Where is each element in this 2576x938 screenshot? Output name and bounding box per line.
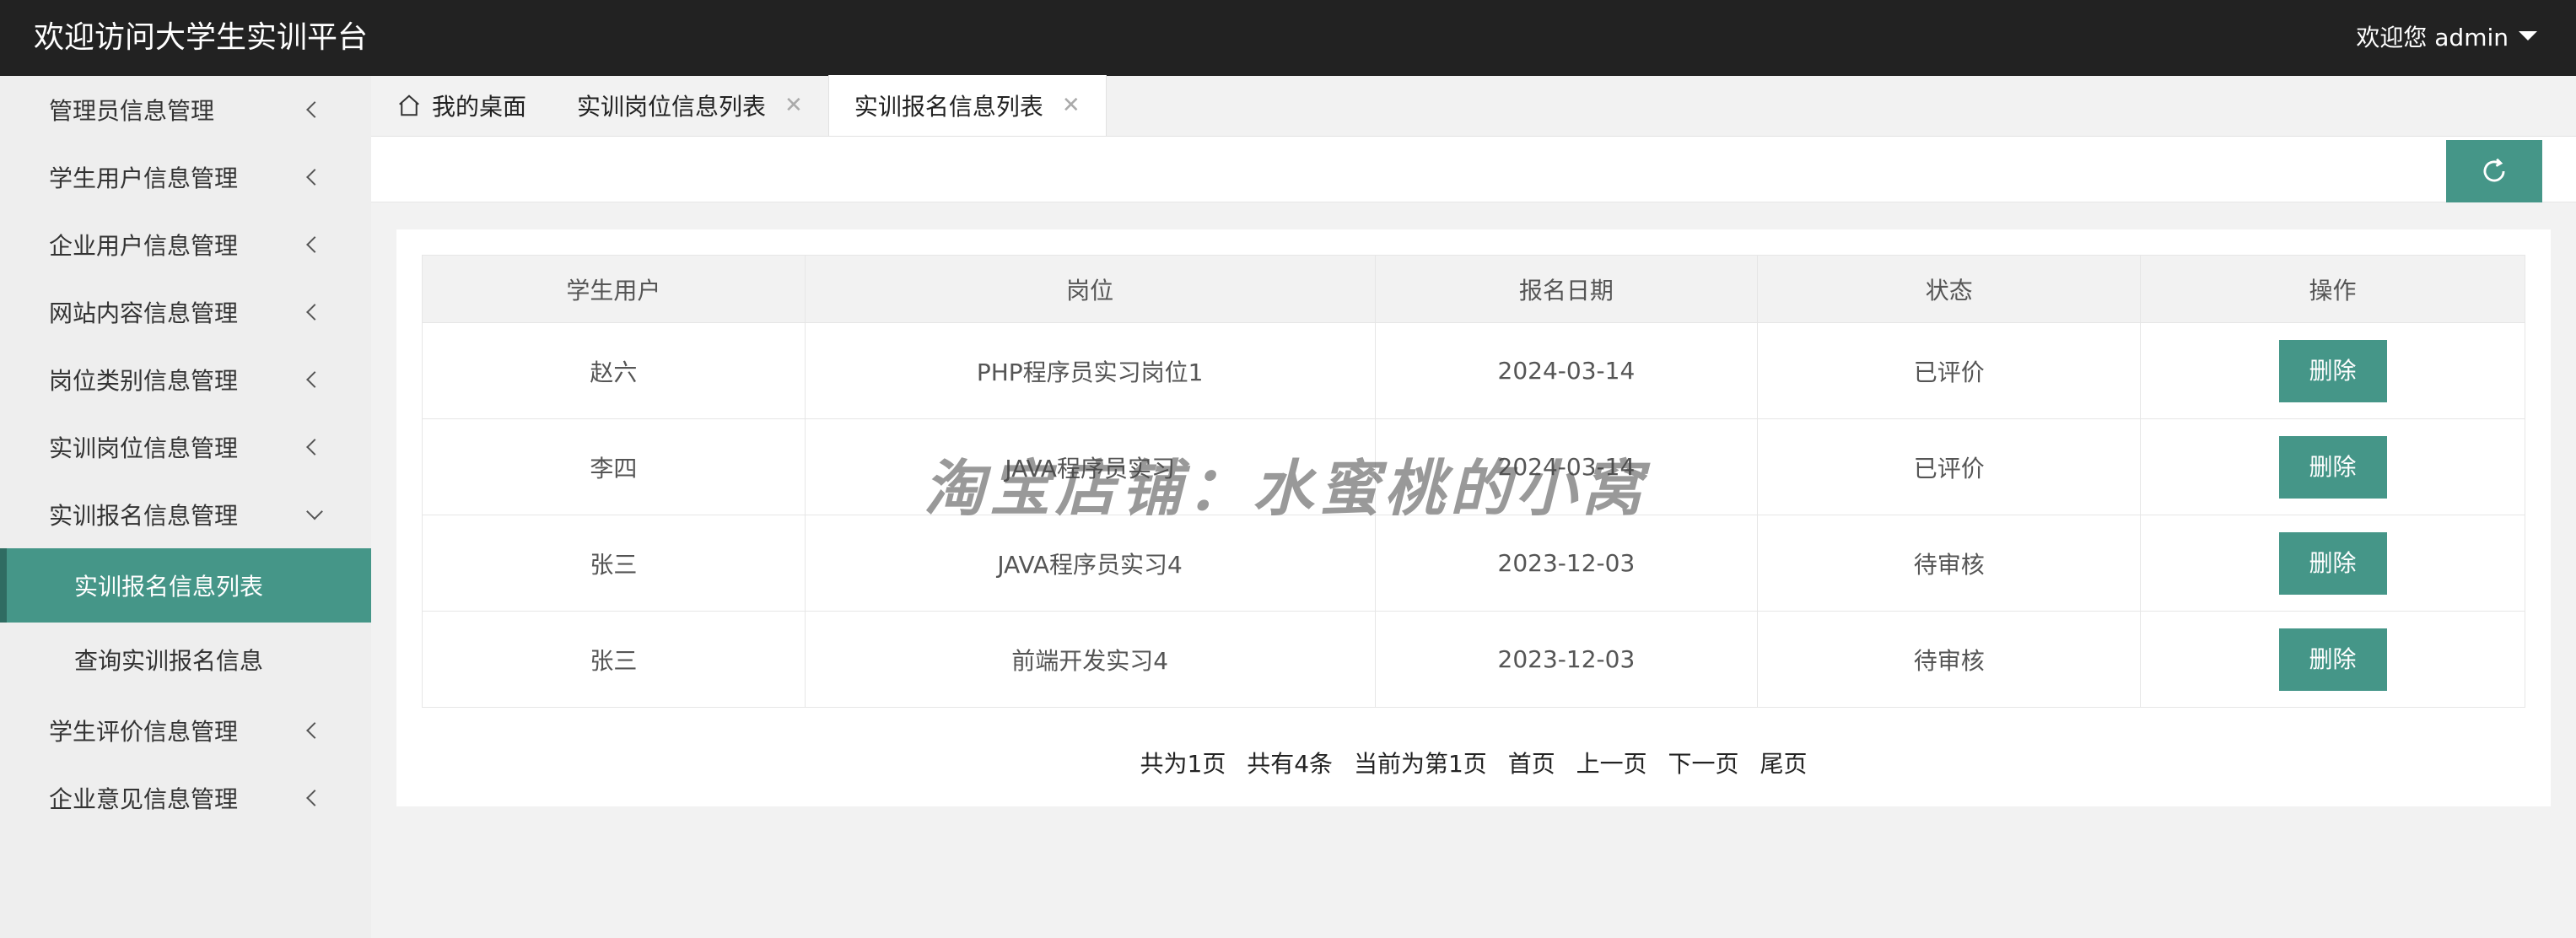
sidebar-subitem-registration-query[interactable]: 查询实训报名信息	[0, 623, 371, 697]
cell-action: 删除	[2140, 611, 2525, 708]
table-row: 张三 前端开发实习4 2023-12-03 待审核 删除	[422, 611, 2525, 708]
toolbar	[371, 137, 2576, 202]
delete-button[interactable]: 删除	[2278, 339, 2387, 402]
sidebar-subitem-registration-list[interactable]: 实训报名信息列表	[0, 548, 371, 623]
home-icon	[399, 94, 419, 116]
chevron-left-icon	[306, 722, 323, 739]
sidebar-item-label: 岗位类别信息管理	[49, 367, 239, 395]
col-header-position: 岗位	[804, 255, 1376, 323]
pager-first-link[interactable]: 首页	[1508, 750, 1555, 778]
caret-down-icon	[2519, 30, 2537, 40]
col-header-action: 操作	[2140, 255, 2525, 323]
sidebar-item-admin[interactable]: 管理员信息管理	[0, 76, 371, 143]
cell-status: 待审核	[1757, 611, 2142, 708]
user-greeting: 欢迎您 admin	[2356, 24, 2509, 51]
chevron-left-icon	[306, 169, 323, 186]
cell-student: 张三	[422, 611, 806, 708]
user-menu[interactable]: 欢迎您 admin	[2356, 0, 2537, 76]
col-header-date: 报名日期	[1374, 255, 1759, 323]
cell-date: 2024-03-14	[1374, 322, 1759, 419]
refresh-icon	[2483, 158, 2505, 182]
close-icon[interactable]: ✕	[784, 93, 803, 118]
cell-action: 删除	[2140, 515, 2525, 612]
delete-button[interactable]: 删除	[2278, 435, 2387, 499]
sidebar-subitem-label: 实训报名信息列表	[74, 573, 264, 601]
tab-label: 实训报名信息列表	[854, 93, 1043, 121]
close-icon[interactable]: ✕	[1062, 93, 1081, 118]
col-header-student: 学生用户	[422, 255, 806, 323]
cell-position: 前端开发实习4	[804, 611, 1376, 708]
tab-label: 我的桌面	[432, 93, 527, 121]
sidebar-item-label: 实训岗位信息管理	[49, 434, 239, 462]
sidebar-item-label: 企业意见信息管理	[49, 785, 239, 813]
sidebar-item-label: 网站内容信息管理	[49, 299, 239, 327]
pager-current-page: 当前为第1页	[1353, 750, 1487, 778]
pager-total-pages: 共为1页	[1140, 750, 1226, 778]
cell-position: PHP程序员实习岗位1	[804, 322, 1376, 419]
tab-training-positions[interactable]: 实训岗位信息列表 ✕	[552, 75, 828, 136]
sidebar-item-job-category[interactable]: 岗位类别信息管理	[0, 346, 371, 413]
cell-status: 已评价	[1757, 418, 2142, 515]
tab-registration-list[interactable]: 实训报名信息列表 ✕	[827, 75, 1107, 136]
cell-action: 删除	[2140, 418, 2525, 515]
sidebar-item-training-registration[interactable]: 实训报名信息管理	[0, 481, 371, 548]
chevron-down-icon	[306, 503, 323, 520]
delete-button[interactable]: 删除	[2278, 531, 2387, 595]
sidebar-item-student-evaluation[interactable]: 学生评价信息管理	[0, 697, 371, 764]
watermark: 淘宝店铺：水蜜桃的小窝	[924, 452, 1648, 524]
sidebar-item-label: 实训报名信息管理	[49, 502, 239, 530]
cell-status: 已评价	[1757, 322, 2142, 419]
chevron-left-icon	[306, 101, 323, 118]
sidebar-item-student-users[interactable]: 学生用户信息管理	[0, 143, 371, 211]
chevron-left-icon	[306, 371, 323, 388]
table-row: 张三 JAVA程序员实习4 2023-12-03 待审核 删除	[422, 515, 2525, 612]
chevron-left-icon	[306, 236, 323, 253]
sidebar-item-site-content[interactable]: 网站内容信息管理	[0, 278, 371, 346]
app-title: 欢迎访问大学生实训平台	[34, 20, 369, 55]
cell-action: 删除	[2140, 322, 2525, 419]
cell-student: 李四	[422, 418, 806, 515]
top-header: 欢迎访问大学生实训平台 欢迎您 admin	[0, 0, 2576, 76]
pager-prev-link[interactable]: 上一页	[1576, 750, 1647, 778]
sidebar-item-training-positions[interactable]: 实训岗位信息管理	[0, 413, 371, 481]
tab-bar: 我的桌面 实训岗位信息列表 ✕ 实训报名信息列表 ✕	[371, 75, 2576, 137]
cell-student: 张三	[422, 515, 806, 612]
pager-next-link[interactable]: 下一页	[1668, 750, 1739, 778]
pagination: 共为1页 共有4条 当前为第1页 首页 上一页 下一页 尾页	[396, 746, 2551, 779]
cell-date: 2023-12-03	[1374, 515, 1759, 612]
pager-last-link[interactable]: 尾页	[1760, 750, 1807, 778]
delete-button[interactable]: 删除	[2278, 628, 2387, 691]
cell-status: 待审核	[1757, 515, 2142, 612]
refresh-button[interactable]	[2446, 140, 2542, 202]
sidebar-item-label: 学生评价信息管理	[49, 718, 239, 746]
col-header-status: 状态	[1757, 255, 2142, 323]
cell-student: 赵六	[422, 322, 806, 419]
tab-label: 实训岗位信息列表	[577, 93, 767, 121]
sidebar: 管理员信息管理 学生用户信息管理 企业用户信息管理 网站内容信息管理 岗位类别信…	[0, 76, 371, 938]
sidebar-item-label: 企业用户信息管理	[49, 232, 239, 260]
sidebar-item-enterprise-feedback[interactable]: 企业意见信息管理	[0, 764, 371, 832]
tab-desktop[interactable]: 我的桌面	[371, 75, 552, 136]
sidebar-item-label: 学生用户信息管理	[49, 164, 239, 192]
chevron-left-icon	[306, 790, 323, 806]
chevron-left-icon	[306, 439, 323, 456]
table-row: 赵六 PHP程序员实习岗位1 2024-03-14 已评价 删除	[422, 322, 2525, 419]
sidebar-item-label: 管理员信息管理	[49, 97, 215, 125]
sidebar-subitem-label: 查询实训报名信息	[74, 647, 264, 675]
pager-total-items: 共有4条	[1247, 750, 1334, 778]
chevron-left-icon	[306, 304, 323, 321]
sidebar-item-enterprise-users[interactable]: 企业用户信息管理	[0, 211, 371, 278]
cell-position: JAVA程序员实习4	[804, 515, 1376, 612]
table-header-row: 学生用户 岗位 报名日期 状态 操作	[422, 255, 2525, 323]
cell-date: 2023-12-03	[1374, 611, 1759, 708]
